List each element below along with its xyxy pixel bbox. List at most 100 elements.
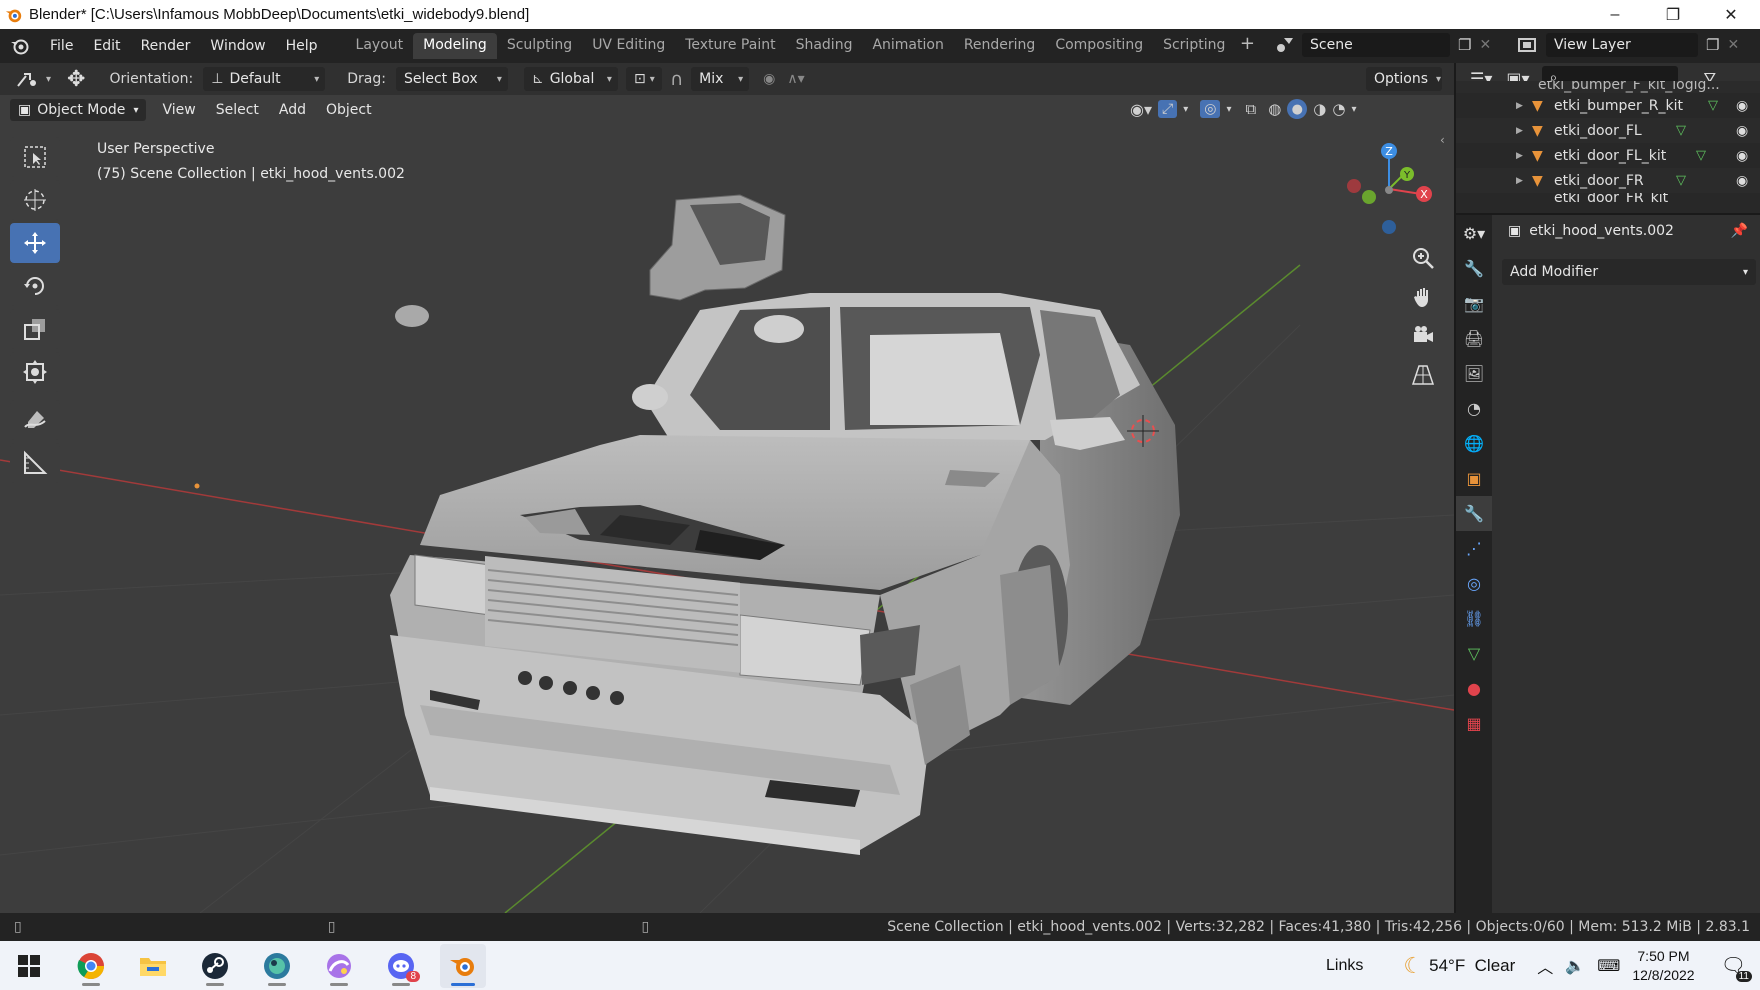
mesh-data-icon[interactable]: ▽ xyxy=(1676,123,1686,138)
tool-tab-icon[interactable]: 🔧 xyxy=(1456,251,1492,286)
menu-select[interactable]: Select xyxy=(206,99,269,121)
gizmo-icon[interactable]: ⤢ xyxy=(1158,100,1178,118)
drag-dropdown[interactable]: Select Box ▾ xyxy=(395,67,508,91)
new-view-layer-icon[interactable]: ❐ xyxy=(1706,36,1719,54)
tab-scripting[interactable]: Scripting xyxy=(1153,33,1235,59)
links-toolbar[interactable]: Links xyxy=(1326,957,1363,975)
maximize-button[interactable]: ❐ xyxy=(1644,0,1702,29)
browser-app-icon[interactable] xyxy=(254,944,300,988)
weather-text[interactable]: 54°F Clear xyxy=(1429,956,1515,976)
file-explorer-icon[interactable] xyxy=(130,944,176,988)
particles-tab-icon[interactable]: ⋰ xyxy=(1456,531,1492,566)
xray-icon[interactable]: ⧉ xyxy=(1245,100,1256,118)
view-layer-tab-icon[interactable]: 🖼 xyxy=(1456,356,1492,391)
rendered-shading-icon[interactable]: ◔ xyxy=(1332,100,1345,118)
visibility-eye-icon[interactable]: ◉ xyxy=(1736,98,1748,114)
scene-icon[interactable] xyxy=(1268,36,1302,54)
measure-tool[interactable] xyxy=(10,443,60,483)
view-layer-field[interactable]: View Layer xyxy=(1546,33,1698,57)
pivot-point-dropdown[interactable]: ⊡ ▾ xyxy=(625,67,662,91)
editor-type-dropdown[interactable]: ▾ xyxy=(8,67,59,91)
properties-editor-icon[interactable]: ⚙▾ xyxy=(1456,215,1492,251)
mesh-data-icon[interactable]: ▽ xyxy=(1708,98,1718,113)
weather-moon-icon[interactable]: ☾ xyxy=(1403,953,1423,979)
outliner-item[interactable]: ▶ ▼ etki_door_FL ▽ ◉ xyxy=(1456,118,1760,143)
rotate-tool[interactable] xyxy=(10,266,60,306)
steam-icon[interactable] xyxy=(192,944,238,988)
viewport-scene[interactable] xyxy=(0,95,1454,913)
zoom-icon[interactable] xyxy=(1406,241,1440,275)
snap-mode-dropdown[interactable]: Mix ▾ xyxy=(691,67,750,91)
material-tab-icon[interactable]: ● xyxy=(1456,671,1492,706)
menu-view[interactable]: View xyxy=(152,99,205,121)
scene-name-field[interactable]: Scene xyxy=(1302,33,1450,57)
visibility-eye-icon[interactable]: ◉ xyxy=(1736,123,1748,139)
menu-help[interactable]: Help xyxy=(276,38,328,54)
pin-icon[interactable]: 📌 xyxy=(1731,223,1748,239)
menu-file[interactable]: File xyxy=(40,38,83,54)
new-scene-icon[interactable]: ❐ xyxy=(1458,36,1471,54)
tab-uv-editing[interactable]: UV Editing xyxy=(582,33,675,59)
camera-view-icon[interactable] xyxy=(1406,319,1440,353)
annotate-tool[interactable] xyxy=(10,400,60,440)
mesh-data-icon[interactable]: ▽ xyxy=(1676,173,1686,188)
perspective-toggle-icon[interactable] xyxy=(1406,358,1440,392)
world-tab-icon[interactable]: 🌐 xyxy=(1456,426,1492,461)
menu-edit[interactable]: Edit xyxy=(83,38,130,54)
menu-window[interactable]: Window xyxy=(200,38,275,54)
texture-tab-icon[interactable]: ▦ xyxy=(1456,706,1492,741)
cursor-tool[interactable] xyxy=(10,180,60,220)
keyboard-icon[interactable]: ⌨ xyxy=(1597,956,1620,976)
expand-arrow-icon[interactable]: ▶ xyxy=(1516,101,1523,111)
render-tab-icon[interactable]: 📷 xyxy=(1456,286,1492,321)
mesh-data-icon[interactable]: ▽ xyxy=(1696,148,1706,163)
shading-dropdown-icon[interactable]: ▾ xyxy=(1351,104,1356,115)
visibility-eye-icon[interactable]: ◉ xyxy=(1736,173,1748,189)
tab-layout[interactable]: Layout xyxy=(346,33,414,59)
transform-orientation-dropdown[interactable]: ⊾ Global ▾ xyxy=(523,67,618,91)
navigation-gizmo[interactable]: Z Y X xyxy=(1340,137,1450,247)
tab-modeling[interactable]: Modeling xyxy=(413,33,497,59)
3d-viewport[interactable]: ▣ Object Mode ▾ View Select Add Object ◉… xyxy=(0,95,1454,913)
minimize-button[interactable]: – xyxy=(1586,0,1644,29)
move-tool-icon[interactable]: ✥ xyxy=(67,67,85,92)
tab-texture-paint[interactable]: Texture Paint xyxy=(675,33,785,59)
wireframe-shading-icon[interactable]: ◍ xyxy=(1268,100,1281,118)
snap-icon[interactable]: ∩ xyxy=(670,69,683,90)
tab-shading[interactable]: Shading xyxy=(786,33,863,59)
physics-tab-icon[interactable]: ◎ xyxy=(1456,566,1492,601)
pan-hand-icon[interactable] xyxy=(1406,280,1440,314)
overlays-dropdown-icon[interactable]: ▾ xyxy=(1226,104,1231,115)
scale-tool[interactable] xyxy=(10,309,60,349)
object-tab-icon[interactable]: ▣ xyxy=(1456,461,1492,496)
mode-dropdown[interactable]: ▣ Object Mode ▾ xyxy=(10,99,147,121)
expand-arrow-icon[interactable]: ▶ xyxy=(1516,176,1523,186)
visibility-icon[interactable]: ◉▾ xyxy=(1130,100,1152,119)
falloff-icon[interactable]: ∧▾ xyxy=(787,71,804,87)
outliner-item[interactable]: ▶ ▼ etki_door_FL_kit ▽ ◉ xyxy=(1456,143,1760,168)
start-button[interactable] xyxy=(6,944,52,988)
transform-tool[interactable] xyxy=(10,352,60,392)
tab-sculpting[interactable]: Sculpting xyxy=(497,33,582,59)
menu-add[interactable]: Add xyxy=(269,99,316,121)
overlays-icon[interactable]: ◎ xyxy=(1200,100,1221,118)
output-tab-icon[interactable]: 🖨 xyxy=(1456,321,1492,356)
add-modifier-dropdown[interactable]: Add Modifier ▾ xyxy=(1502,259,1756,285)
scene-tab-icon[interactable]: ◔ xyxy=(1456,391,1492,426)
solid-shading-icon[interactable]: ● xyxy=(1287,99,1308,119)
clock[interactable]: 7:50 PM 12/8/2022 xyxy=(1632,947,1694,985)
proportional-editing-icon[interactable]: ◉ xyxy=(763,71,775,87)
outliner-item[interactable]: etki_bumper_F_kit_logig... xyxy=(1456,81,1760,93)
paint-app-icon[interactable] xyxy=(316,944,362,988)
blender-taskbar-icon[interactable] xyxy=(440,943,486,988)
menu-render[interactable]: Render xyxy=(131,38,201,54)
view-layer-icon[interactable] xyxy=(1510,37,1546,53)
tab-rendering[interactable]: Rendering xyxy=(954,33,1046,59)
delete-scene-icon[interactable]: ✕ xyxy=(1479,37,1491,53)
expand-arrow-icon[interactable]: ▶ xyxy=(1516,151,1523,161)
tab-animation[interactable]: Animation xyxy=(862,33,953,59)
orientation-dropdown[interactable]: ⊥ Default ▾ xyxy=(203,67,326,91)
gizmo-dropdown-icon[interactable]: ▾ xyxy=(1183,104,1188,115)
menu-object[interactable]: Object xyxy=(316,99,382,121)
car-model[interactable] xyxy=(390,293,1180,855)
